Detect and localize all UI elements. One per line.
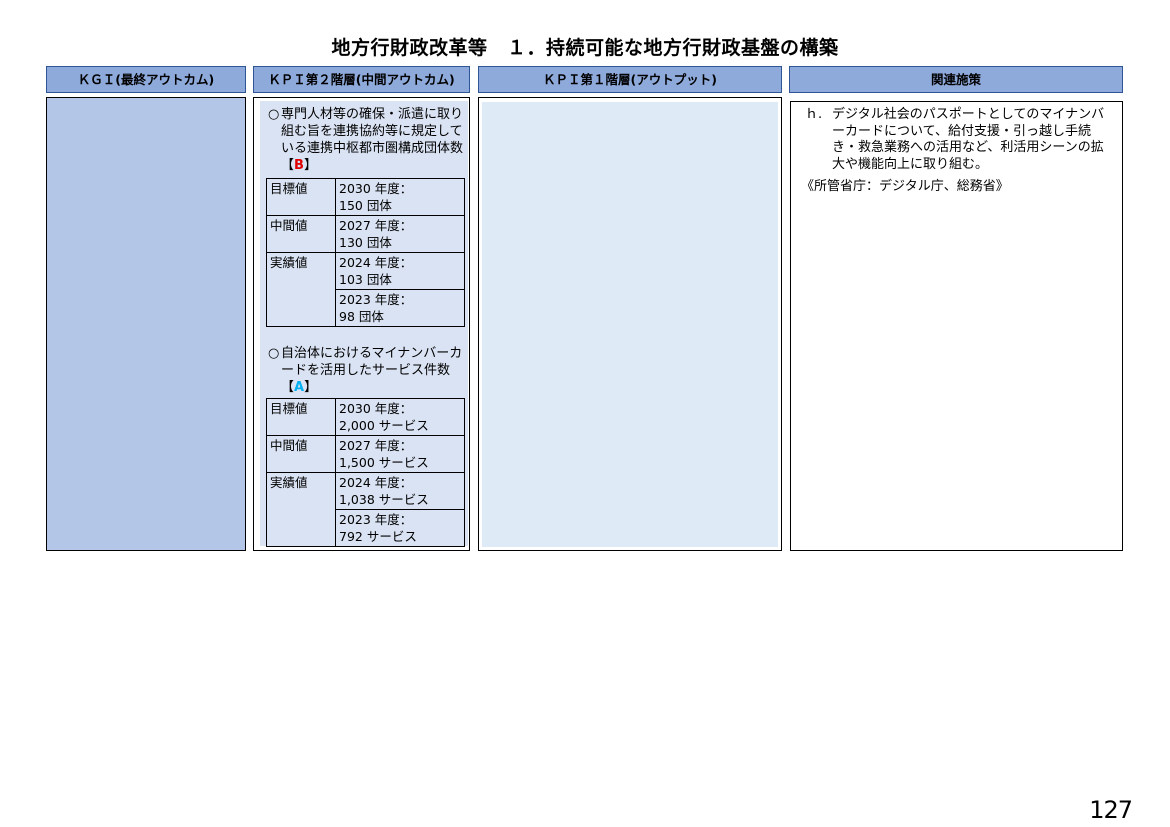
kpi2-item-2-tag: A: [294, 380, 305, 395]
policy-agency: 《所管省庁：デジタル庁、総務省》: [801, 179, 1009, 194]
policy-item: ｈ. デジタル社会のパスポートとしてのマイナンバーカードについて、給付支援・引っ…: [805, 107, 1115, 173]
kpi2-item-1-tag: B: [294, 158, 304, 173]
row-value: 2027 年度： 1,500 サービス: [335, 435, 465, 473]
policy-item-text: デジタル社会のパスポートとしてのマイナンバーカードについて、給付支援・引っ越し手…: [832, 107, 1105, 172]
table-row: 目標値 2030 年度： 2,000 サービス: [266, 398, 465, 436]
header-policy: 関連施策: [789, 66, 1123, 93]
page-number: 127: [1089, 796, 1133, 824]
kpi2-item-1-table: 目標値 2030 年度： 150 団体 中間値 2027 年度： 130 団体 …: [266, 178, 465, 327]
bullet-mark: ○: [268, 346, 280, 361]
row-label: 中間値: [266, 215, 336, 253]
row-value: 2023 年度： 792 サービス: [335, 509, 465, 547]
row-label: 目標値: [266, 398, 336, 436]
header-kpi1: ＫＰＩ第１階層(アウトプット): [478, 66, 782, 93]
table-row: 実績値 2024 年度： 103 団体: [266, 252, 465, 290]
table-row: 2023 年度： 98 団体: [266, 289, 465, 327]
kpi2-item-1-heading: ○ 専門人材等の確保・派遣に取り組む旨を連携協約等に規定している連携中枢都市圏構…: [268, 107, 464, 173]
table-row: 中間値 2027 年度： 130 団体: [266, 215, 465, 253]
row-value: 2030 年度： 2,000 サービス: [335, 398, 465, 436]
policy-column: ｈ. デジタル社会のパスポートとしてのマイナンバーカードについて、給付支援・引っ…: [790, 101, 1123, 551]
kgi-column: [46, 97, 246, 551]
bullet-mark: ○: [268, 107, 280, 122]
kpi1-column: [478, 97, 782, 551]
kpi2-item-2-text: 自治体におけるマイナンバーカードを活用したサービス件数: [281, 346, 463, 378]
table-row: 目標値 2030 年度： 150 団体: [266, 178, 465, 216]
header-kpi2: ＫＰＩ第２階層(中間アウトカム): [253, 66, 470, 93]
table-row: 実績値 2024 年度： 1,038 サービス: [266, 472, 465, 510]
table-row: 2023 年度： 792 サービス: [266, 509, 465, 547]
page-title: 地方行財政改革等 １．持続可能な地方行財政基盤の構築: [331, 37, 839, 59]
row-label: 実績値: [266, 472, 336, 510]
row-label: [266, 289, 336, 327]
row-label: 中間値: [266, 435, 336, 473]
row-value: 2024 年度： 1,038 サービス: [335, 472, 465, 510]
table-row: 中間値 2027 年度： 1,500 サービス: [266, 435, 465, 473]
row-value: 2027 年度： 130 団体: [335, 215, 465, 253]
header-kgi: ＫＧＩ(最終アウトカム): [46, 66, 246, 93]
row-label: 目標値: [266, 178, 336, 216]
row-value: 2023 年度： 98 団体: [335, 289, 465, 327]
row-value: 2024 年度： 103 団体: [335, 252, 465, 290]
kpi2-item-2-table: 目標値 2030 年度： 2,000 サービス 中間値 2027 年度： 1,5…: [266, 398, 465, 547]
row-label: [266, 509, 336, 547]
policy-item-mark: ｈ.: [805, 107, 823, 122]
kpi2-item-2-heading: ○ 自治体におけるマイナンバーカードを活用したサービス件数【A】: [268, 346, 463, 395]
row-value: 2030 年度： 150 団体: [335, 178, 465, 216]
kpi2-item-1-text: 専門人材等の確保・派遣に取り組む旨を連携協約等に規定している連携中枢都市圏構成団…: [281, 107, 464, 156]
row-label: 実績値: [266, 252, 336, 290]
